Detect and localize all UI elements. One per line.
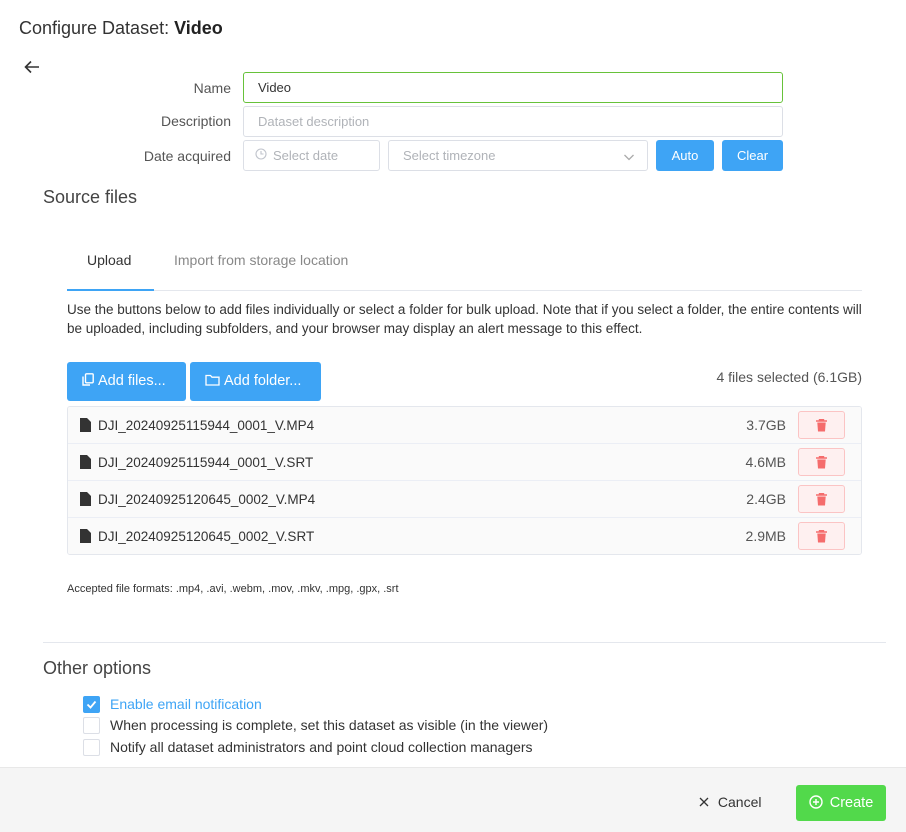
email-notification-label[interactable]: Enable email notification: [110, 696, 262, 712]
cancel-label: Cancel: [717, 794, 762, 810]
close-icon: [699, 794, 718, 810]
source-files-heading: Source files: [43, 187, 138, 207]
file-name: DJI_20240925115944_0001_V.SRT: [98, 455, 314, 470]
email-notification-checkbox[interactable]: [83, 696, 100, 713]
back-arrow-icon[interactable]: [22, 57, 42, 77]
folder-icon: [205, 362, 220, 401]
files-selected-count: 4 files selected (6.1GB): [716, 369, 862, 385]
description-input[interactable]: Dataset description: [243, 106, 783, 137]
date-input[interactable]: Select date: [243, 140, 380, 171]
name-input[interactable]: Video: [243, 72, 783, 103]
accepted-formats-note: Accepted file formats: .mp4, .avi, .webm…: [67, 583, 399, 595]
trash-icon: [816, 530, 827, 543]
file-row: DJI_20240925120645_0002_V.SRT 2.9MB: [68, 518, 861, 554]
file-name: DJI_20240925115944_0001_V.MP4: [98, 418, 315, 433]
file-size: 4.6MB: [745, 454, 786, 470]
trash-icon: [816, 493, 827, 506]
delete-file-button[interactable]: [798, 522, 845, 550]
notify-admins-label[interactable]: Notify all dataset administrators and po…: [110, 739, 533, 755]
file-icon: [80, 455, 91, 469]
file-size: 2.9MB: [745, 528, 786, 544]
trash-icon: [816, 456, 827, 469]
auto-button[interactable]: Auto: [656, 140, 714, 171]
date-placeholder: Select date: [273, 148, 339, 163]
file-row: DJI_20240925120645_0002_V.MP4 2.4GB: [68, 481, 861, 518]
plus-circle-icon: [809, 795, 830, 811]
file-icon: [80, 418, 91, 432]
tab-upload[interactable]: Upload: [87, 252, 131, 268]
dialog-footer: Cancel Create: [0, 767, 906, 832]
file-icon: [80, 492, 91, 506]
dataset-name-title: Video: [174, 18, 223, 38]
file-size: 2.4GB: [746, 491, 786, 507]
create-label: Create: [829, 795, 874, 811]
add-files-label: Add files...: [98, 373, 166, 389]
page-title: Configure Dataset: Video: [19, 18, 223, 38]
name-value: Video: [258, 80, 292, 95]
chevron-down-icon: [623, 141, 635, 170]
timezone-placeholder: Select timezone: [403, 148, 496, 163]
clock-icon: [255, 141, 267, 170]
file-size: 3.7GB: [746, 417, 786, 433]
clear-button[interactable]: Clear: [722, 140, 783, 171]
delete-file-button[interactable]: [798, 411, 845, 439]
add-folder-button[interactable]: Add folder...: [190, 362, 321, 401]
add-folder-label: Add folder...: [224, 373, 302, 389]
section-divider: [43, 642, 886, 643]
file-row: DJI_20240925115944_0001_V.MP4 3.7GB: [68, 407, 861, 444]
date-acquired-label: Date acquired: [143, 148, 231, 164]
description-label: Description: [160, 113, 231, 129]
delete-file-button[interactable]: [798, 448, 845, 476]
delete-file-button[interactable]: [798, 485, 845, 513]
create-button[interactable]: Create: [796, 785, 886, 821]
check-icon: [86, 700, 97, 709]
set-visible-checkbox[interactable]: [83, 717, 100, 734]
set-visible-label[interactable]: When processing is complete, set this da…: [110, 717, 548, 733]
timezone-select[interactable]: Select timezone: [388, 140, 648, 171]
tab-bar: [67, 290, 862, 291]
trash-icon: [816, 419, 827, 432]
file-row: DJI_20240925115944_0001_V.SRT 4.6MB: [68, 444, 861, 481]
add-files-button[interactable]: Add files...: [67, 362, 186, 401]
file-name: DJI_20240925120645_0002_V.MP4: [98, 492, 316, 507]
active-tab-indicator: [67, 289, 154, 291]
upload-instructions: Use the buttons below to add files indiv…: [67, 302, 862, 336]
file-list: DJI_20240925115944_0001_V.MP4 3.7GB DJI_…: [67, 406, 862, 555]
file-name: DJI_20240925120645_0002_V.SRT: [98, 529, 315, 544]
other-options-heading: Other options: [43, 658, 152, 678]
description-placeholder: Dataset description: [258, 114, 370, 129]
copy-icon: [82, 362, 94, 401]
cancel-button[interactable]: Cancel: [699, 794, 761, 810]
notify-admins-checkbox[interactable]: [83, 739, 100, 756]
tab-import-storage[interactable]: Import from storage location: [174, 252, 348, 268]
name-label: Name: [193, 80, 231, 96]
file-icon: [80, 529, 91, 543]
